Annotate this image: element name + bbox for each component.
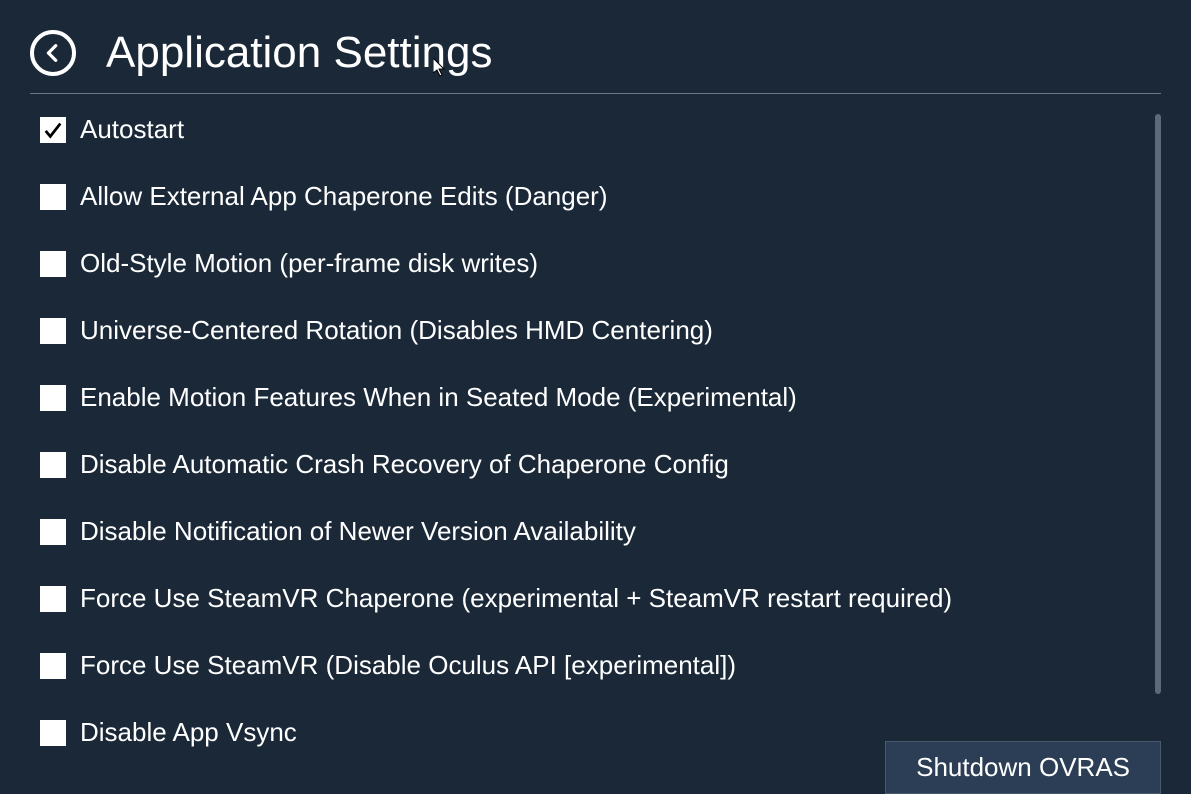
checkbox-force-steamvr-disable-oculus[interactable] xyxy=(40,653,66,679)
setting-label: Force Use SteamVR Chaperone (experimenta… xyxy=(80,583,952,614)
setting-autostart[interactable]: Autostart xyxy=(40,114,1151,145)
setting-enable-motion-seated[interactable]: Enable Motion Features When in Seated Mo… xyxy=(40,382,1151,413)
setting-allow-external-chaperone[interactable]: Allow External App Chaperone Edits (Dang… xyxy=(40,181,1151,212)
setting-force-steamvr-chaperone[interactable]: Force Use SteamVR Chaperone (experimenta… xyxy=(40,583,1151,614)
scrollbar-track[interactable] xyxy=(1155,114,1161,694)
back-button[interactable] xyxy=(30,30,76,76)
header-divider xyxy=(30,93,1161,94)
setting-old-style-motion[interactable]: Old-Style Motion (per-frame disk writes) xyxy=(40,248,1151,279)
arrow-left-icon xyxy=(42,42,64,64)
setting-label: Allow External App Chaperone Edits (Dang… xyxy=(80,181,608,212)
setting-force-steamvr-disable-oculus[interactable]: Force Use SteamVR (Disable Oculus API [e… xyxy=(40,650,1151,681)
setting-universe-centered-rotation[interactable]: Universe-Centered Rotation (Disables HMD… xyxy=(40,315,1151,346)
checkbox-disable-version-notification[interactable] xyxy=(40,519,66,545)
setting-label: Universe-Centered Rotation (Disables HMD… xyxy=(80,315,713,346)
setting-label: Enable Motion Features When in Seated Mo… xyxy=(80,382,797,413)
scrollbar-thumb[interactable] xyxy=(1155,114,1161,694)
setting-label: Disable Notification of Newer Version Av… xyxy=(80,516,636,547)
setting-label: Disable Automatic Crash Recovery of Chap… xyxy=(80,449,729,480)
checkbox-universe-centered-rotation[interactable] xyxy=(40,318,66,344)
setting-label: Autostart xyxy=(80,114,184,145)
checkbox-disable-crash-recovery[interactable] xyxy=(40,452,66,478)
checkbox-disable-vsync[interactable] xyxy=(40,720,66,746)
checkmark-icon xyxy=(42,119,64,141)
checkbox-old-style-motion[interactable] xyxy=(40,251,66,277)
setting-disable-version-notification[interactable]: Disable Notification of Newer Version Av… xyxy=(40,516,1151,547)
checkbox-autostart[interactable] xyxy=(40,117,66,143)
header: Application Settings xyxy=(0,0,1191,93)
settings-list: Autostart Allow External App Chaperone E… xyxy=(30,114,1161,748)
setting-label: Force Use SteamVR (Disable Oculus API [e… xyxy=(80,650,736,681)
page-title: Application Settings xyxy=(106,28,492,78)
checkbox-force-steamvr-chaperone[interactable] xyxy=(40,586,66,612)
footer: Shutdown OVRAS xyxy=(885,741,1161,794)
checkbox-allow-external-chaperone[interactable] xyxy=(40,184,66,210)
setting-label: Disable App Vsync xyxy=(80,717,297,748)
setting-disable-crash-recovery[interactable]: Disable Automatic Crash Recovery of Chap… xyxy=(40,449,1151,480)
setting-label: Old-Style Motion (per-frame disk writes) xyxy=(80,248,538,279)
checkbox-enable-motion-seated[interactable] xyxy=(40,385,66,411)
settings-container: Autostart Allow External App Chaperone E… xyxy=(30,114,1161,714)
shutdown-button[interactable]: Shutdown OVRAS xyxy=(885,741,1161,794)
